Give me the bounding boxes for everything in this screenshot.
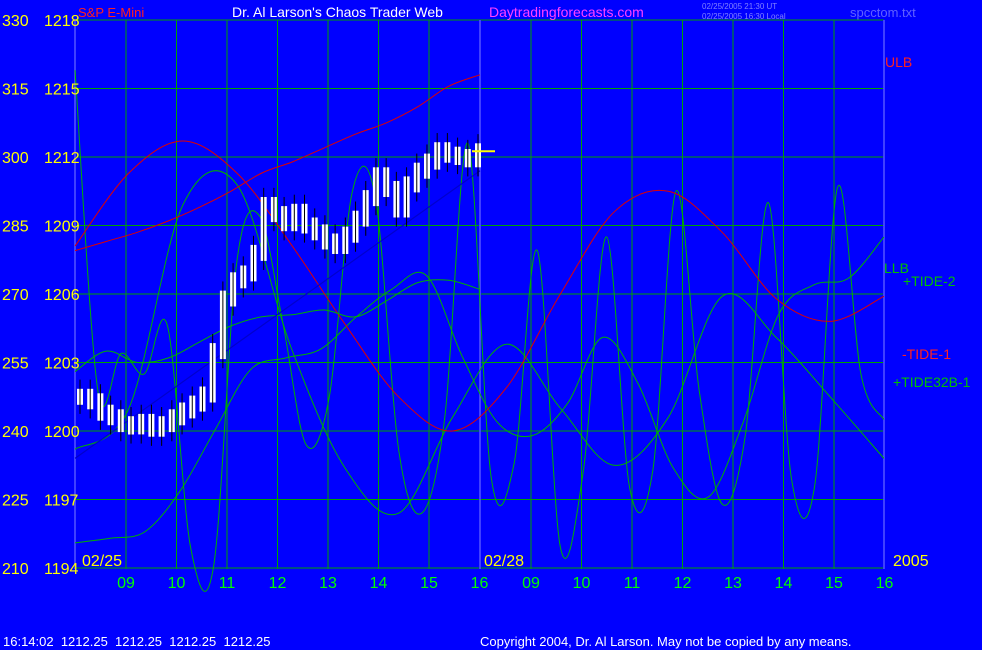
y-left-tick: 255	[2, 356, 29, 373]
y-left-tick: 210	[2, 561, 29, 578]
y-left-tick: 300	[2, 150, 29, 167]
timestamp-local: 02/25/2005 16:30 Local	[702, 12, 786, 21]
copyright-notice: Copyright 2004, Dr. Al Larson. May not b…	[480, 634, 851, 649]
x-tick-label: 16	[471, 575, 489, 592]
x-tick-label: 14	[775, 575, 793, 592]
x-tick-label: 12	[674, 575, 692, 592]
x-tick-label: 11	[219, 575, 236, 592]
tide1-label: -TIDE-1	[902, 346, 951, 362]
x-tick-label: 15	[420, 575, 438, 592]
timestamp-ut: 02/25/2005 21:30 UT	[702, 2, 777, 11]
x-tick-label: 10	[168, 575, 186, 592]
x-tick-label: 09	[522, 575, 540, 592]
x-tick-label: 13	[724, 575, 742, 592]
x-tick-label: 10	[573, 575, 591, 592]
y-left-tick: 285	[2, 219, 29, 236]
chart-title: Dr. Al Larson's Chaos Trader Web	[232, 4, 443, 20]
x-tick-label: 15	[825, 575, 843, 592]
y-right-tick: 1197	[44, 493, 79, 510]
y-right-tick: 1215	[44, 82, 80, 99]
date-label-start: 02/25	[82, 553, 122, 570]
site-name: Daytradingforecasts.com	[489, 4, 644, 20]
y-right-tick: 1206	[44, 287, 80, 304]
x-tick-label: 16	[876, 575, 894, 592]
y-left-tick: 240	[2, 424, 29, 441]
date-label-mid: 02/28	[484, 553, 524, 570]
data-file-name: spcctom.txt	[850, 5, 916, 20]
last-quote: 16:14:02 1212.25 1212.25 1212.25 1212.25	[3, 634, 270, 649]
x-tick-label: 13	[319, 575, 337, 592]
y-left-tick: 330	[2, 13, 29, 30]
y-left-tick: 315	[2, 82, 29, 99]
tide32b-label: +TIDE32B-1	[893, 374, 971, 390]
y-right-tick: 1194	[44, 561, 79, 578]
chart-canvas: S&P E-Mini Dr. Al Larson's Chaos Trader …	[0, 0, 982, 650]
y-right-tick: 1203	[44, 356, 80, 373]
x-tick-label: 12	[269, 575, 287, 592]
y-right-tick: 1218	[44, 13, 80, 30]
ulb-label: ULB	[885, 54, 912, 70]
tide2-label: +TIDE-2	[903, 273, 956, 289]
x-tick-label: 09	[117, 575, 135, 592]
year-label: 2005	[893, 553, 929, 570]
x-tick-label: 11	[624, 575, 641, 592]
y-right-tick: 1209	[44, 219, 80, 236]
x-tick-label: 14	[370, 575, 388, 592]
y-right-tick: 1200	[44, 424, 80, 441]
y-left-tick: 225	[2, 493, 29, 510]
y-left-tick: 270	[2, 287, 29, 304]
instrument-label: S&P E-Mini	[78, 5, 144, 20]
y-right-tick: 1212	[44, 150, 80, 167]
